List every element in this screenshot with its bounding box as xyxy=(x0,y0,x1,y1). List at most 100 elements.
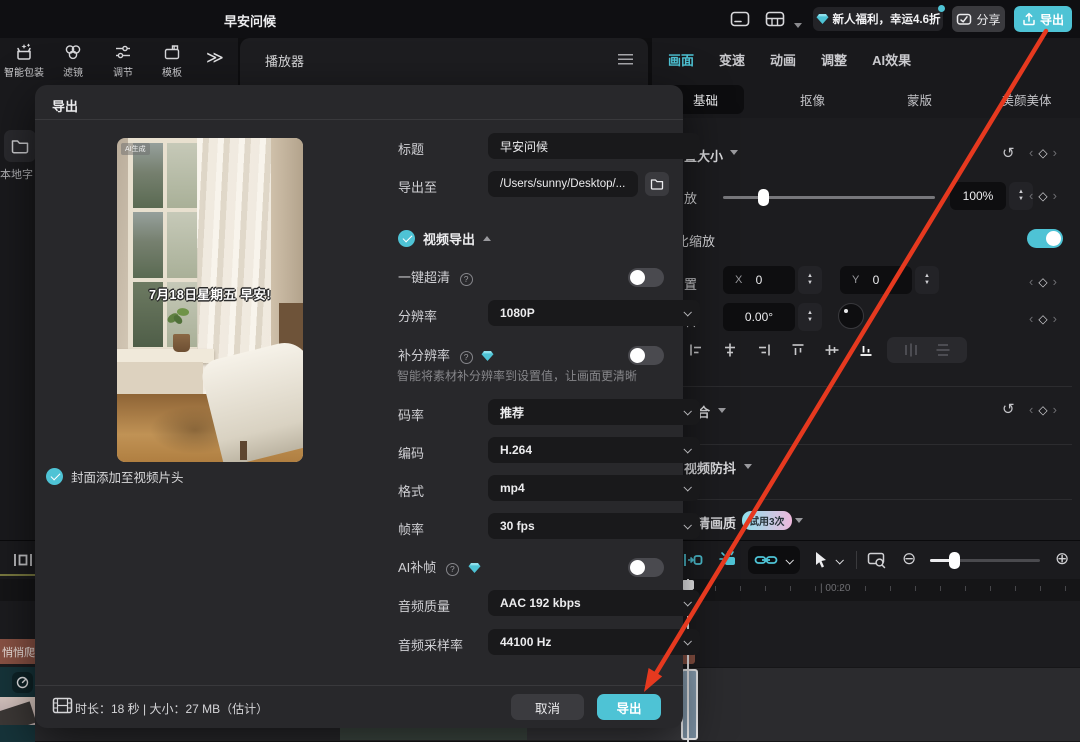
position-y-field[interactable]: Y 0 xyxy=(840,266,912,294)
export-dialog: 导出 7月18日星期五 早安! AI生成 xyxy=(35,85,683,728)
fit-timeline-icon[interactable] xyxy=(866,550,888,570)
tab-ai-effects[interactable]: AI效果 xyxy=(872,50,911,69)
film-icon xyxy=(52,697,73,714)
share-button[interactable]: 分享 xyxy=(952,6,1005,32)
media-category-label[interactable]: 本地字 xyxy=(0,166,33,182)
help-icon[interactable]: ? xyxy=(446,563,459,576)
expand-tools-icon[interactable]: ≫ xyxy=(206,48,222,68)
player-menu-icon[interactable] xyxy=(618,54,633,65)
distribute-group xyxy=(887,337,967,363)
speed-clip[interactable] xyxy=(0,667,35,742)
scale-value[interactable]: 100% xyxy=(950,182,1006,210)
cover-checkbox-row[interactable]: 封面添加至视频片头 xyxy=(46,467,184,486)
export-button-top[interactable]: 导出 xyxy=(1014,6,1072,32)
codec-dropdown[interactable]: H.264 xyxy=(488,437,700,463)
scale-slider-handle[interactable] xyxy=(758,189,769,206)
cover-checkbox[interactable] xyxy=(46,468,63,485)
hd-toggle[interactable] xyxy=(628,268,664,287)
align-center-v-icon[interactable] xyxy=(824,342,840,358)
tool-template[interactable]: 模板 xyxy=(149,42,195,79)
tool-label: 滤镜 xyxy=(63,64,83,79)
format-dropdown[interactable]: mp4 xyxy=(488,475,700,501)
blend-caret-icon[interactable] xyxy=(718,408,726,413)
tab-adjust[interactable]: 调整 xyxy=(821,50,847,69)
zoom-in-icon[interactable]: ⊕ xyxy=(1055,549,1069,569)
reset-icon[interactable]: ↺ xyxy=(1002,144,1015,162)
keyframe-controls[interactable]: ‹◇› xyxy=(1029,402,1057,417)
export-confirm-button[interactable]: 导出 xyxy=(597,694,661,720)
subtab-cutout[interactable]: 抠像 xyxy=(759,80,866,118)
collapse-caret-icon[interactable] xyxy=(730,150,738,155)
tool-filter[interactable]: 滤镜 xyxy=(50,42,96,79)
rotate-value-field[interactable]: 0.00° xyxy=(723,303,795,331)
tool-label: 调节 xyxy=(113,64,133,79)
selected-clip[interactable] xyxy=(681,669,698,740)
quality-caret-icon[interactable] xyxy=(795,518,803,523)
bitrate-dropdown[interactable]: 推荐 xyxy=(488,399,700,425)
position-x-field[interactable]: X 0 xyxy=(723,266,795,294)
align-left-icon[interactable] xyxy=(688,342,704,358)
distribute-v-icon[interactable] xyxy=(935,342,951,358)
select-tool-button[interactable] xyxy=(810,547,850,573)
text-clip-label: 悄悄爬 xyxy=(2,644,35,660)
promo-banner[interactable]: 新人福利，幸运4.6折 xyxy=(813,7,943,31)
distribute-h-icon[interactable] xyxy=(903,342,919,358)
caption-view-button[interactable] xyxy=(729,9,751,29)
keyframe-controls[interactable]: ‹◇› xyxy=(1029,145,1057,160)
sr-toggle[interactable] xyxy=(628,346,664,365)
tab-speed[interactable]: 变速 xyxy=(719,50,745,69)
reset-icon[interactable]: ↺ xyxy=(1002,400,1015,418)
subtab-beauty[interactable]: 美颜美体 xyxy=(973,80,1080,118)
player-title: 播放器 xyxy=(265,51,304,70)
speed-icon xyxy=(16,676,29,689)
layout-caret-icon[interactable] xyxy=(794,16,802,31)
fps-dropdown[interactable]: 30 fps xyxy=(488,513,700,539)
align-bottom-icon[interactable] xyxy=(858,342,874,358)
position-y-stepper[interactable] xyxy=(915,266,939,294)
zoom-out-icon[interactable]: ⊖ xyxy=(902,549,916,569)
rotate-dial[interactable] xyxy=(838,303,864,329)
media-folder-button[interactable] xyxy=(4,130,36,162)
ai-frame-toggle[interactable] xyxy=(628,558,664,577)
align-center-h-icon[interactable] xyxy=(722,342,738,358)
tab-animation[interactable]: 动画 xyxy=(770,50,796,69)
diamond-icon xyxy=(816,13,829,25)
snap-icon[interactable] xyxy=(682,550,704,570)
path-input[interactable]: /Users/sunny/Desktop/... xyxy=(488,171,638,197)
position-x-stepper[interactable] xyxy=(798,266,822,294)
align-top-icon[interactable] xyxy=(790,342,806,358)
keyframe-controls[interactable]: ‹◇› xyxy=(1029,274,1057,289)
keyframe-controls[interactable]: ‹◇› xyxy=(1029,188,1057,203)
resolution-dropdown[interactable]: 1080P xyxy=(488,300,700,326)
video-export-row[interactable]: 视频导出 xyxy=(398,229,491,248)
smart-cut-icon[interactable] xyxy=(718,550,740,570)
timeline-zoom-slider[interactable] xyxy=(930,559,1040,562)
browse-folder-button[interactable] xyxy=(645,172,669,196)
align-right-icon[interactable] xyxy=(756,342,772,358)
sample-rate-dropdown[interactable]: 44100 Hz xyxy=(488,629,700,655)
sr-description: 智能将素材补分辨率到设置值，让画面更清晰 xyxy=(397,367,637,384)
tool-adjust[interactable]: 调节 xyxy=(100,42,146,79)
rotate-stepper[interactable] xyxy=(798,303,822,331)
ai-watermark: AI生成 xyxy=(121,143,150,155)
title-input[interactable]: 早安问候 xyxy=(488,133,700,159)
link-tool-button[interactable] xyxy=(748,546,800,574)
subtab-mask[interactable]: 蒙版 xyxy=(866,80,973,118)
collapse-section-icon[interactable] xyxy=(483,236,491,241)
cancel-button[interactable]: 取消 xyxy=(511,694,584,720)
audio-quality-dropdown[interactable]: AAC 192 kbps xyxy=(488,590,700,616)
uniform-scale-toggle[interactable] xyxy=(1027,229,1063,248)
layout-view-button[interactable] xyxy=(764,9,786,29)
collapsed-track-indicator[interactable] xyxy=(0,574,35,576)
track-cover-icon[interactable] xyxy=(12,551,34,569)
help-icon[interactable]: ? xyxy=(460,273,473,286)
tool-smart-package[interactable]: 智能包装 xyxy=(1,42,47,79)
stabilize-caret-icon[interactable] xyxy=(744,464,752,469)
scale-slider[interactable] xyxy=(723,196,935,199)
keyframe-controls[interactable]: ‹◇› xyxy=(1029,311,1057,326)
text-clip[interactable]: 悄悄爬 xyxy=(0,639,35,664)
timeline-zoom-handle[interactable] xyxy=(949,552,960,569)
tab-picture[interactable]: 画面 xyxy=(668,50,694,69)
video-export-checkbox[interactable] xyxy=(398,230,415,247)
help-icon[interactable]: ? xyxy=(460,351,473,364)
